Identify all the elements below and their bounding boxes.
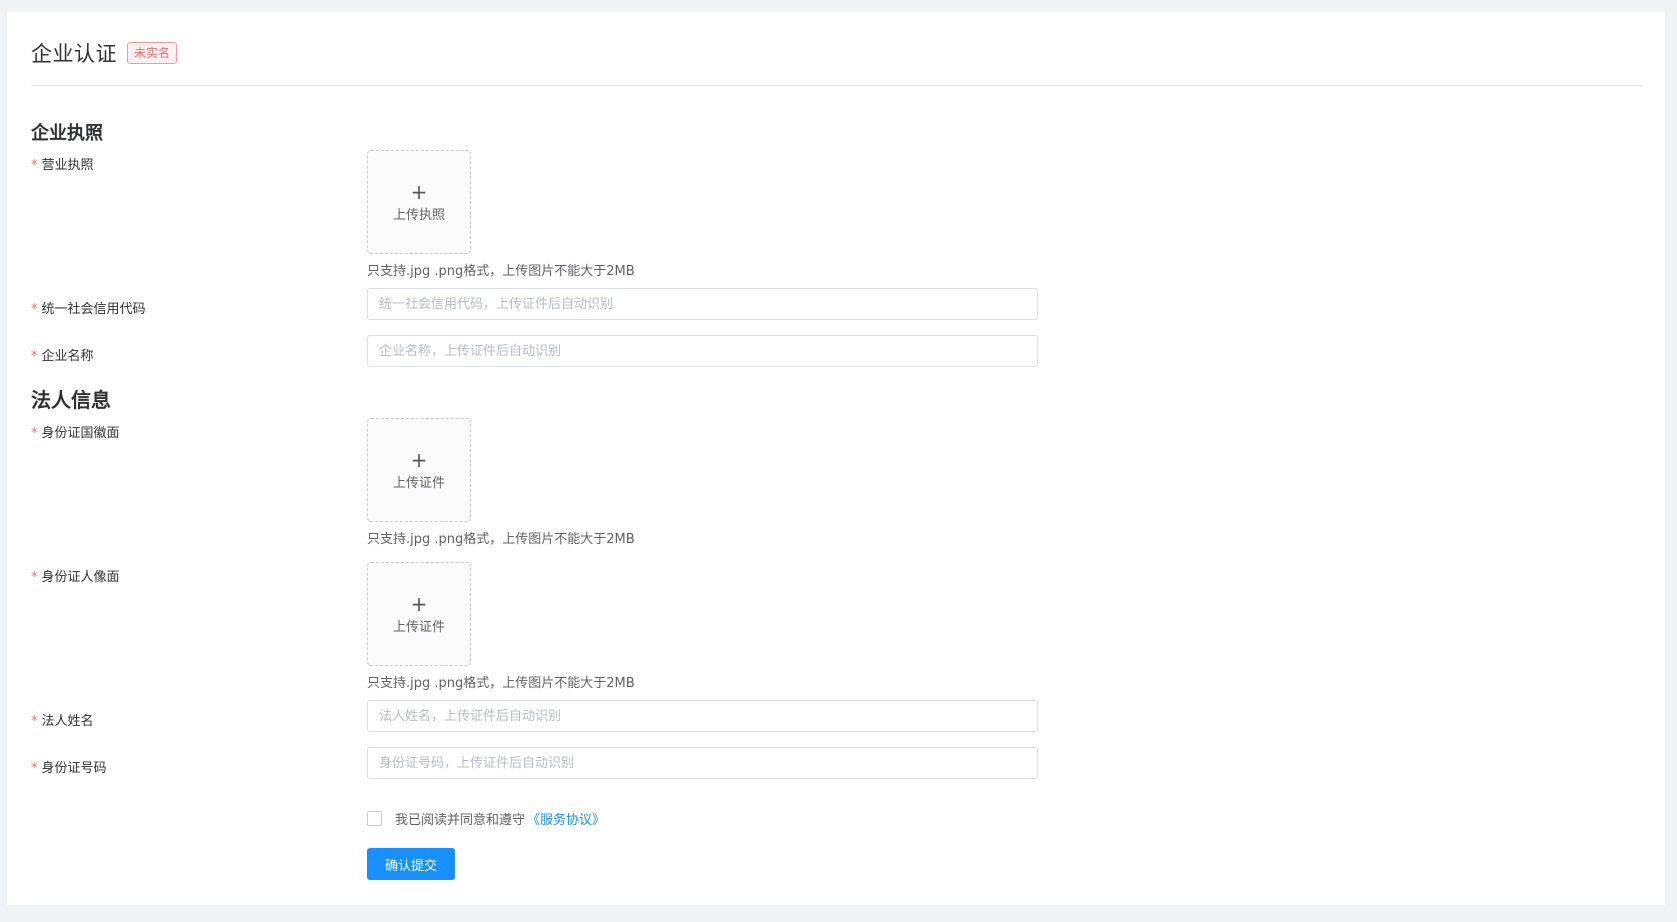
label-text: 企业名称 [41, 349, 94, 364]
required-mark: * [31, 302, 38, 317]
plus-icon: + [410, 447, 428, 472]
upload-label: 上传执照 [392, 207, 445, 223]
upload-id-front[interactable]: + 上传证件 [367, 418, 471, 522]
required-mark: * [31, 158, 38, 173]
label-text: 法人姓名 [41, 714, 94, 729]
label-company-name: * 企业名称 [31, 345, 94, 364]
label-business-license: * 营业执照 [31, 154, 94, 173]
required-mark: * [31, 426, 38, 441]
plus-icon: + [410, 179, 428, 204]
service-agreement-link[interactable]: 《服务协议》 [527, 809, 605, 828]
required-mark: * [31, 714, 38, 729]
label-legal-name: * 法人姓名 [31, 710, 94, 729]
credit-code-input[interactable] [367, 288, 1038, 320]
submit-button[interactable]: 确认提交 [367, 848, 455, 880]
agreement-checkbox[interactable] [367, 811, 382, 826]
header-divider [31, 85, 1642, 86]
label-text: 身份证号码 [41, 761, 107, 776]
label-text: 身份证人像面 [41, 570, 120, 585]
upload-tip: 只支持.jpg .png格式，上传图片不能大于2MB [367, 676, 635, 691]
required-mark: * [31, 761, 38, 776]
agreement-text: 我已阅读并同意和遵守 [395, 813, 526, 828]
upload-label: 上传证件 [392, 475, 445, 491]
page-header: 企业认证 未实名 [31, 38, 178, 68]
enterprise-auth-card: 企业认证 未实名 企业执照 * 营业执照 + 上传执照 只支持.jpg .png格… [7, 12, 1665, 905]
label-text: 营业执照 [41, 158, 94, 173]
legal-name-input[interactable] [367, 700, 1038, 732]
label-text: 身份证国徽面 [41, 426, 120, 441]
page-title: 企业认证 [31, 42, 117, 66]
label-credit-code: * 统一社会信用代码 [31, 298, 146, 317]
label-id-back: * 身份证人像面 [31, 566, 120, 585]
required-mark: * [31, 349, 38, 364]
plus-icon: + [410, 591, 428, 616]
upload-label: 上传证件 [392, 619, 445, 635]
upload-business-license[interactable]: + 上传执照 [367, 150, 471, 254]
company-name-input[interactable] [367, 335, 1038, 367]
agreement-row: 我已阅读并同意和遵守 《服务协议》 [367, 809, 605, 828]
section-title-legal: 法人信息 [31, 388, 111, 412]
label-id-front: * 身份证国徽面 [31, 422, 120, 441]
label-text: 统一社会信用代码 [41, 302, 146, 317]
upload-id-back[interactable]: + 上传证件 [367, 562, 471, 666]
id-number-input[interactable] [367, 747, 1038, 779]
required-mark: * [31, 570, 38, 585]
label-id-number: * 身份证号码 [31, 757, 107, 776]
upload-tip: 只支持.jpg .png格式，上传图片不能大于2MB [367, 264, 635, 279]
upload-tip: 只支持.jpg .png格式，上传图片不能大于2MB [367, 532, 635, 547]
status-badge: 未实名 [127, 42, 178, 64]
section-title-license: 企业执照 [31, 123, 103, 144]
